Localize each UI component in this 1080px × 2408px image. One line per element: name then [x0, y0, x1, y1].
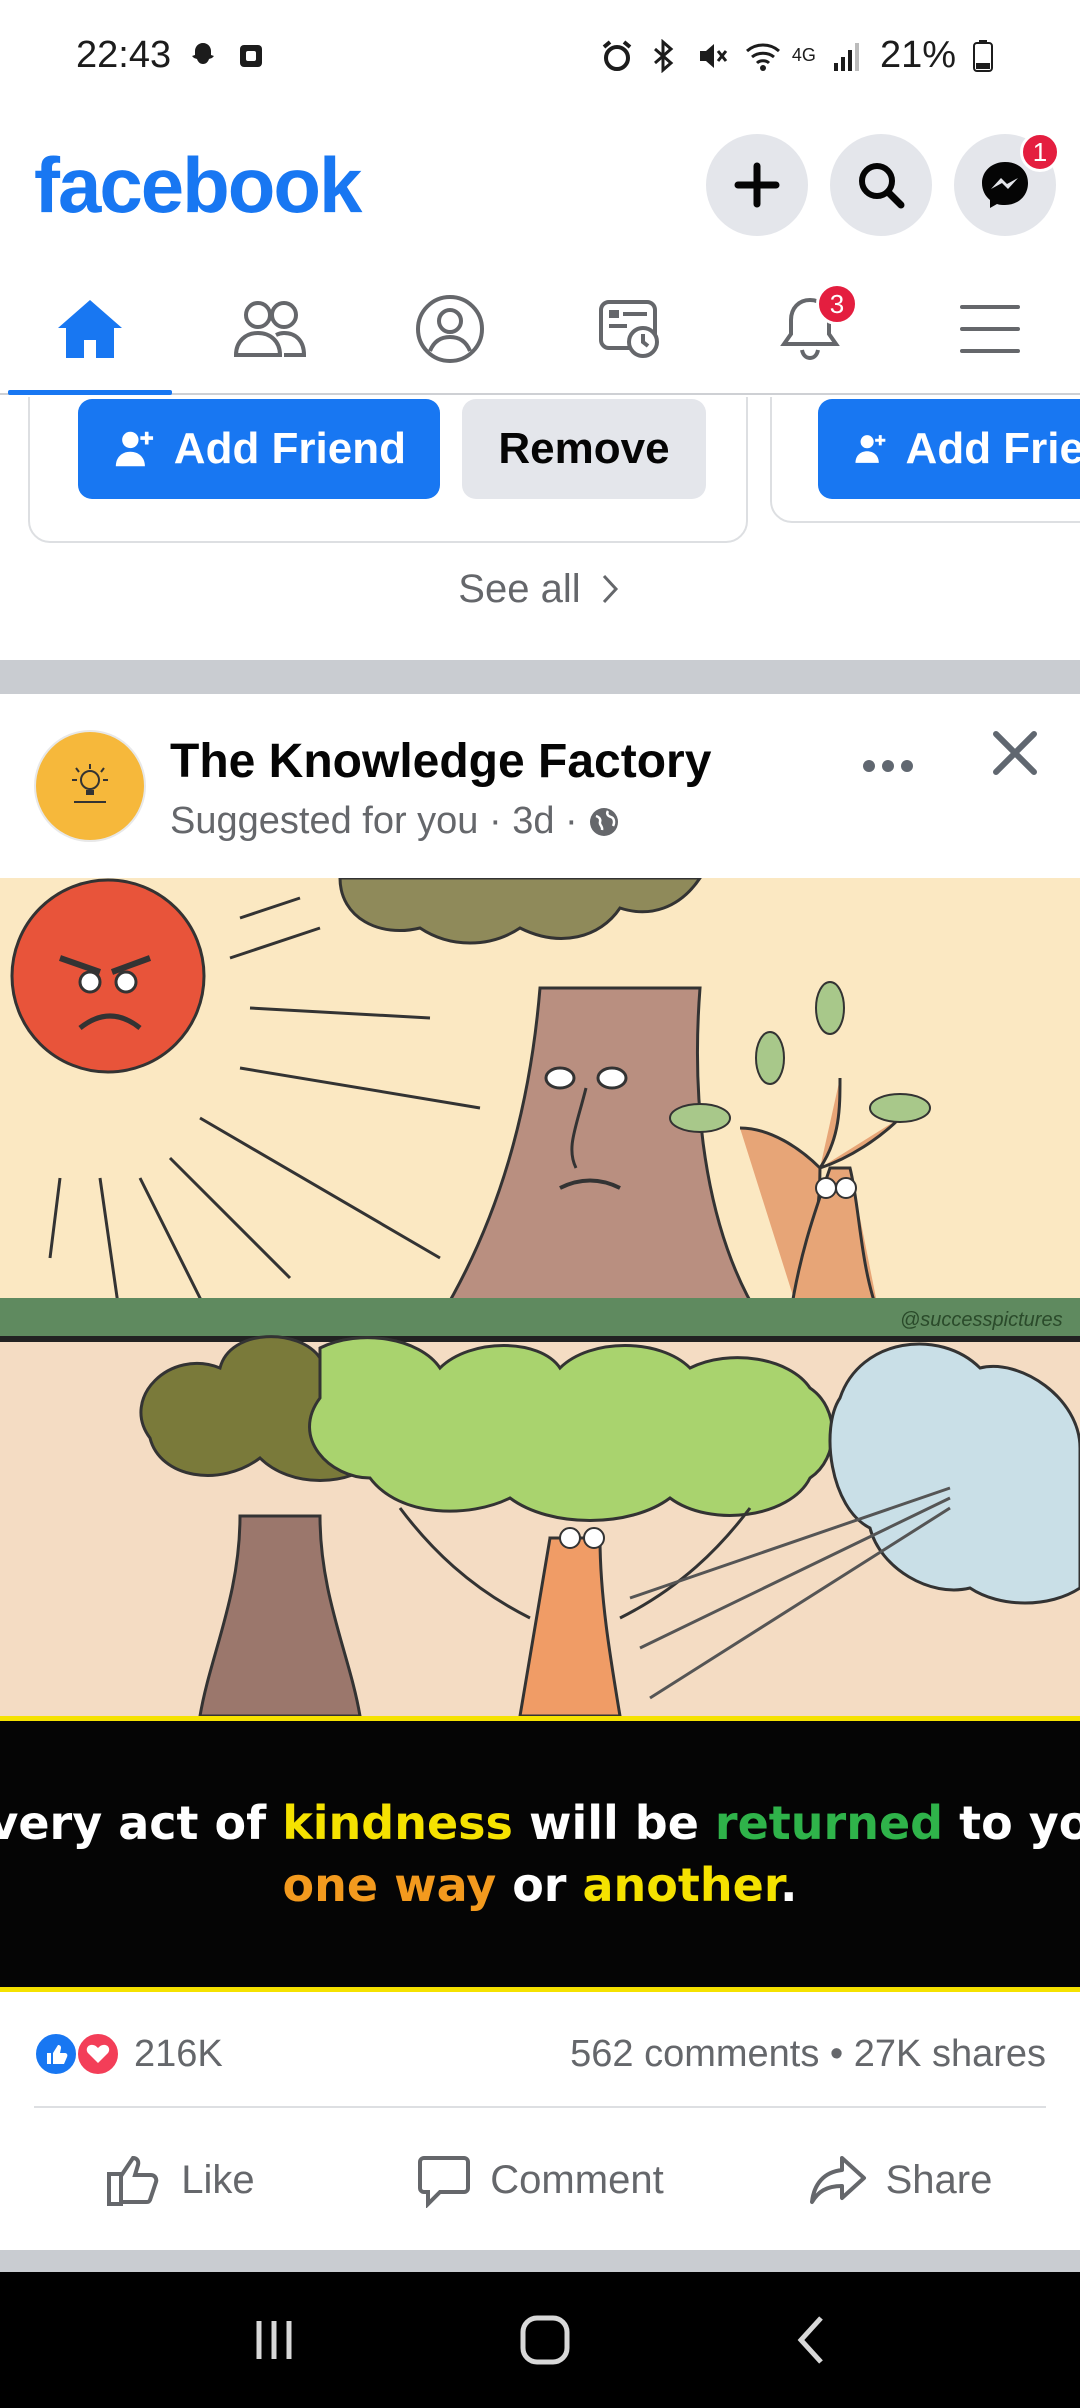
add-person-icon	[855, 435, 886, 463]
menu-icon	[960, 305, 1020, 353]
tab-memories[interactable]	[540, 265, 720, 393]
tab-friends[interactable]	[180, 265, 360, 393]
caption-line-1-segment: returned	[714, 1796, 944, 1850]
share-button[interactable]: Share	[720, 2110, 1080, 2250]
globe-icon	[589, 807, 618, 836]
comment-label: Comment	[490, 2157, 664, 2202]
back-icon[interactable]	[791, 2312, 831, 2368]
status-bar: 22:43 4G 21%	[0, 0, 1080, 110]
notifications-badge: 3	[816, 283, 858, 325]
add-friend-button[interactable]: Add Frie	[818, 399, 1080, 499]
chevron-right-icon	[602, 574, 618, 604]
caption-line-1: Every act of kindness will be returned t…	[0, 1796, 1080, 1850]
like-label: Like	[181, 2157, 255, 2202]
tab-profile[interactable]	[360, 265, 540, 393]
caption-line-1-segment: will be	[512, 1796, 715, 1850]
like-button[interactable]: Like	[0, 2110, 360, 2250]
screen-record-icon	[235, 39, 267, 71]
home-nav-icon[interactable]	[517, 2312, 573, 2368]
feed-separator	[0, 2250, 1080, 2272]
bluetooth-icon	[648, 38, 680, 74]
suggestion-card: Add Friend Remove	[28, 397, 748, 543]
feed-separator	[0, 660, 1080, 694]
battery-icon	[972, 39, 1004, 72]
profile-icon	[416, 295, 484, 363]
snapchat-icon	[187, 39, 219, 71]
messenger-badge: 1	[1020, 132, 1060, 172]
caption-line-1-segment: kindness	[282, 1796, 513, 1850]
close-icon	[993, 731, 1037, 775]
main-nav-tabs: 3	[0, 265, 1080, 395]
caption-line-2-segment: or	[496, 1858, 583, 1912]
add-friend-label: Add Frie	[905, 424, 1080, 473]
search-button[interactable]	[830, 134, 932, 236]
lightbulb-icon	[72, 764, 108, 803]
share-label: Share	[885, 2157, 993, 2202]
friends-icon	[233, 301, 307, 357]
caption-line-1-segment: to you	[959, 1796, 1080, 1850]
search-icon	[859, 163, 905, 209]
tab-home[interactable]	[0, 265, 180, 395]
share-icon	[809, 2156, 866, 2204]
battery-percent: 21%	[879, 33, 956, 76]
signal-icon	[832, 39, 864, 71]
post-caption-banner: Every act of kindness will be returned t…	[0, 1716, 1080, 1992]
page-name[interactable]: The Knowledge Factory	[170, 734, 711, 789]
caption-line-2-segment: one way	[282, 1858, 497, 1912]
mute-icon	[696, 39, 728, 71]
wifi-icon	[744, 39, 780, 71]
see-all-link[interactable]: See all	[0, 567, 1080, 612]
caption-line-1-segment: Every act of	[0, 1796, 267, 1850]
post-meta-text: Suggested for you · 3d ·	[170, 800, 578, 842]
hide-post-button[interactable]	[992, 730, 1038, 781]
suggestion-card: Add Frie	[770, 397, 1080, 523]
post-actions: Like Comment Share	[0, 2110, 1080, 2250]
caption-line-2: one way or another.	[283, 1858, 798, 1912]
sun-face	[10, 878, 206, 1074]
post-header: The Knowledge Factory Suggested for you …	[0, 694, 1080, 880]
more-dots-icon	[863, 760, 913, 772]
watermark-text: @successpictures	[900, 1309, 1063, 1331]
people-you-may-know: Add Friend Remove Add Frie See all	[0, 397, 1080, 659]
add-friend-button[interactable]: Add Friend	[78, 399, 440, 499]
tab-menu[interactable]	[900, 265, 1080, 393]
recent-apps-icon[interactable]	[249, 2315, 299, 2365]
love-reaction-icon	[76, 2032, 120, 2076]
page-avatar[interactable]	[34, 730, 146, 842]
alarm-icon	[600, 39, 632, 71]
create-button[interactable]	[706, 134, 808, 236]
comment-icon	[418, 2156, 471, 2208]
network-type: 4G	[791, 44, 816, 65]
reactions-summary[interactable]: 216K	[34, 2032, 223, 2076]
more-options-button[interactable]	[862, 730, 914, 785]
caption-line-2-segment: another	[582, 1858, 780, 1912]
comment-button[interactable]: Comment	[360, 2110, 720, 2250]
caption-line-2-segment: .	[779, 1858, 798, 1912]
post-image[interactable]: @successpictures	[0, 878, 1080, 1716]
plus-icon	[734, 162, 780, 208]
messenger-button[interactable]: 1	[954, 132, 1060, 236]
post-meta: Suggested for you · 3d ·	[170, 800, 620, 843]
like-reaction-icon	[34, 2032, 78, 2076]
system-navigation-bar	[0, 2272, 1080, 2408]
app-header: facebook 1	[0, 110, 1080, 260]
cartoon-illustration: @successpictures	[0, 878, 1080, 1716]
comments-shares-count[interactable]: 562 comments • 27K shares	[570, 2033, 1046, 2076]
add-person-icon	[115, 431, 154, 467]
status-time: 22:43	[76, 33, 172, 76]
home-icon	[58, 300, 122, 358]
reactions-count: 216K	[134, 2032, 223, 2075]
remove-button[interactable]: Remove	[462, 399, 706, 499]
see-all-label: See all	[458, 567, 581, 611]
thumbs-up-icon	[107, 2155, 159, 2206]
memories-icon	[599, 300, 659, 358]
post-stats: 216K 562 comments • 27K shares	[34, 2002, 1046, 2108]
tab-notifications[interactable]: 3	[720, 265, 900, 393]
add-friend-label: Add Friend	[173, 424, 406, 473]
facebook-logo[interactable]: facebook	[34, 140, 362, 231]
